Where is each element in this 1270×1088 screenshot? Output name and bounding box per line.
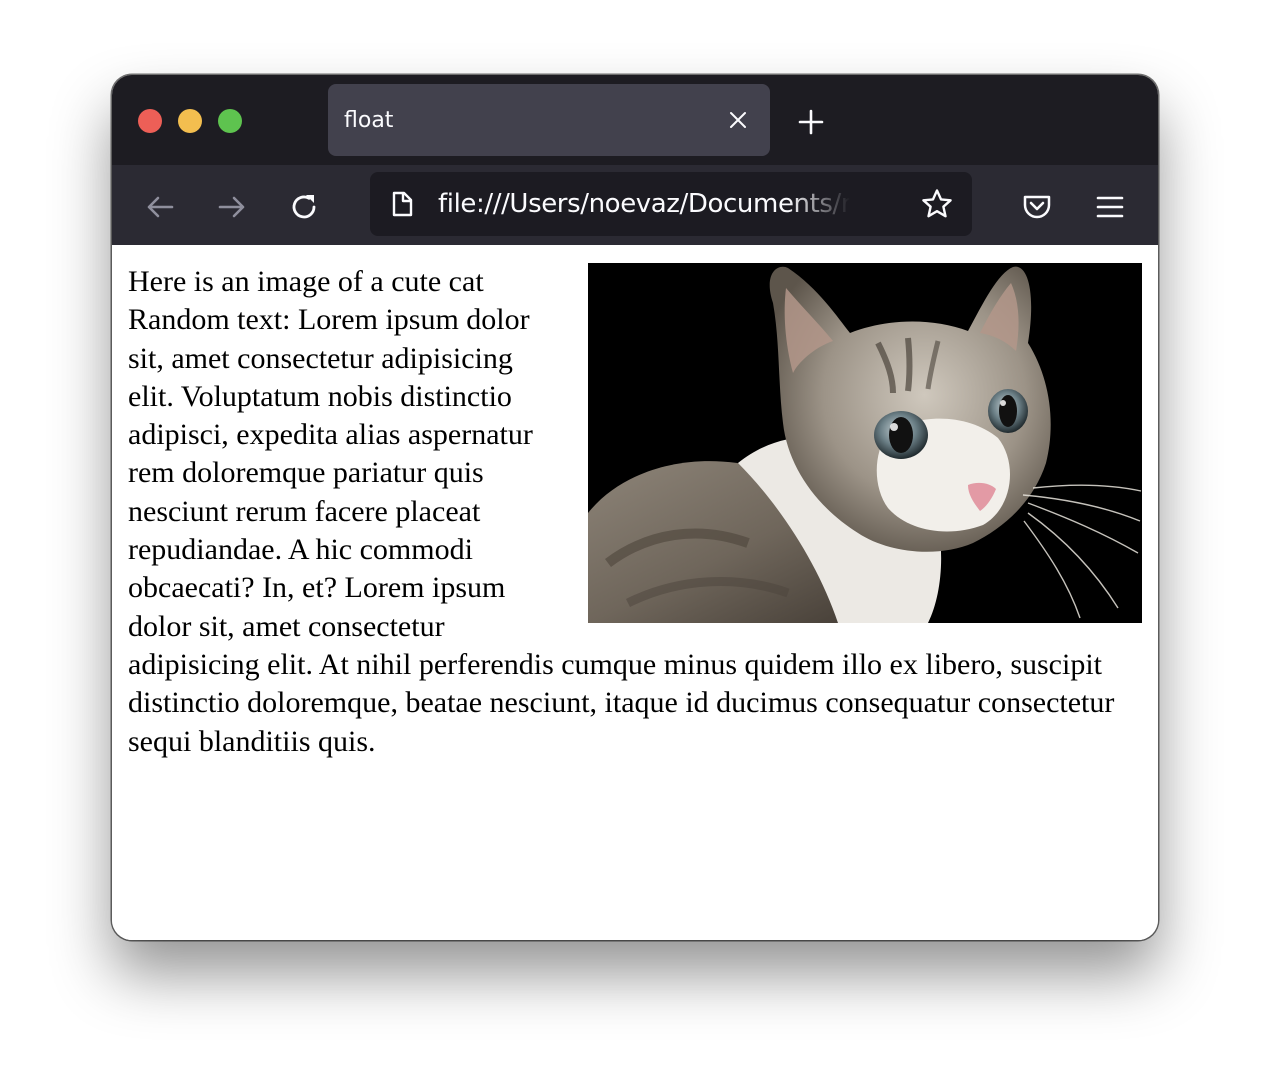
star-icon[interactable] bbox=[920, 187, 954, 221]
reload-icon[interactable] bbox=[287, 190, 321, 224]
maximize-window-button[interactable] bbox=[218, 109, 242, 133]
document-icon bbox=[392, 191, 413, 217]
url-text[interactable]: file:///Users/noevaz/Documents/repos bbox=[438, 189, 850, 219]
pocket-icon[interactable] bbox=[1020, 190, 1054, 224]
browser-window: float file:///Users/noevaz/Documents/rep… bbox=[112, 75, 1158, 940]
nav-bar: file:///Users/noevaz/Documents/repos bbox=[112, 165, 1158, 245]
tab-float[interactable]: float bbox=[328, 84, 770, 156]
arrow-left-icon[interactable] bbox=[143, 190, 177, 224]
tab-title: float bbox=[344, 108, 394, 133]
plus-icon[interactable] bbox=[796, 107, 826, 137]
hamburger-menu-icon[interactable] bbox=[1093, 190, 1127, 224]
cat-illustration bbox=[588, 263, 1142, 623]
page-viewport: Here is an image of a cute cat Random te… bbox=[112, 245, 1158, 940]
minimize-window-button[interactable] bbox=[178, 109, 202, 133]
cat-image bbox=[588, 263, 1142, 623]
url-bar[interactable]: file:///Users/noevaz/Documents/repos bbox=[370, 172, 972, 236]
arrow-right-icon[interactable] bbox=[215, 190, 249, 224]
tab-bar: float bbox=[112, 75, 1158, 165]
page-body: Here is an image of a cute cat Random te… bbox=[128, 263, 1142, 761]
close-window-button[interactable] bbox=[138, 109, 162, 133]
close-icon[interactable] bbox=[726, 108, 750, 132]
